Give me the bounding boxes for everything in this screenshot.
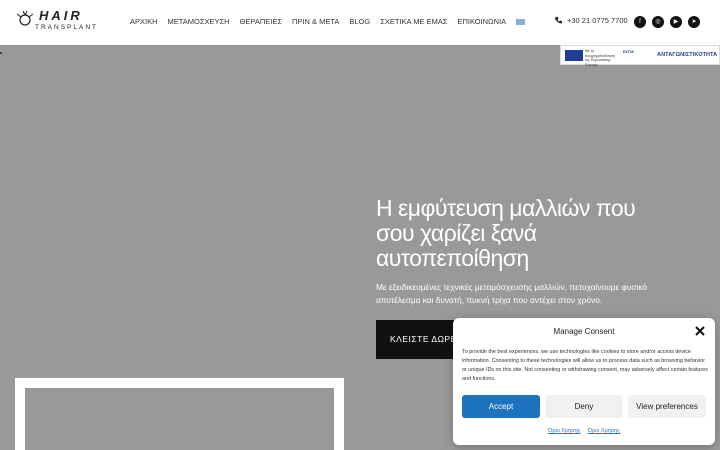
image-card-placeholder — [25, 388, 334, 450]
deny-button[interactable]: Deny — [545, 395, 623, 418]
site-header: HAIR TRANSPLANT ΑΡΧΙΚΗ ΜΕΤΑΜΟΣΧΕΥΣΗ ΘΕΡΑ… — [0, 0, 720, 45]
consent-text: To provide the best experiences, we use … — [462, 349, 708, 382]
espa-cofunding-text: Με τη συγχρηματοδότηση της Ευρωπαϊκής Έν… — [585, 49, 616, 67]
main-nav: ΑΡΧΙΚΗ ΜΕΤΑΜΟΣΧΕΥΣΗ ΘΕΡΑΠΕΙΕΣ ΠΡΙΝ & ΜΕΤ… — [130, 16, 526, 28]
consent-links: Όροι Χρήσης Όροι Χρήσης — [453, 428, 715, 434]
nav-item-before-after[interactable]: ΠΡΙΝ & ΜΕΤΑ — [292, 16, 339, 28]
terms-link[interactable]: Όροι Χρήσης — [548, 428, 580, 434]
nav-item-treatments[interactable]: ΘΕΡΑΠΕΙΕΣ — [240, 16, 282, 28]
nav-item-home[interactable]: ΑΡΧΙΚΗ — [130, 16, 158, 28]
espa-logo: ΕΣΠΑ — [623, 49, 634, 54]
espa-program-label: ΑΝΤΑΓΩΝΙΣΤΙΚΟΤΗΤΑ — [657, 52, 718, 58]
accept-button[interactable]: Accept — [462, 395, 540, 418]
espa-banner[interactable]: Με τη συγχρηματοδότηση της Ευρωπαϊκής Έν… — [560, 45, 720, 67]
logo-text-top: HAIR — [39, 8, 83, 23]
phone-icon — [554, 16, 563, 24]
greek-flag-icon[interactable] — [516, 19, 526, 25]
instagram-icon[interactable]: ◎ — [652, 16, 664, 28]
terms-link-2[interactable]: Όροι Χρήσης — [588, 428, 620, 434]
nav-item-blog[interactable]: BLOG — [349, 16, 370, 28]
youtube-icon[interactable]: ▶ — [670, 16, 682, 28]
view-preferences-button[interactable]: View preferences — [628, 395, 706, 418]
facebook-icon[interactable]: f — [634, 16, 646, 28]
nav-item-transplant[interactable]: ΜΕΤΑΜΟΣΧΕΥΣΗ — [168, 16, 230, 28]
hero-subtitle: Με εξειδικευμένες τεχνικές μεταμόσχευσης… — [376, 282, 647, 305]
site-logo[interactable]: HAIR TRANSPLANT — [15, 8, 99, 34]
telegram-icon[interactable]: ➤ — [688, 16, 700, 28]
consent-dialog: Manage Consent To provide the best exper… — [453, 318, 715, 445]
phone-number: +30 21 0775 7700 — [567, 16, 628, 25]
hero-title: Η εμφύτευση μαλλιών που σου χαρίζει ξανά… — [376, 195, 636, 271]
phone-link[interactable]: +30 21 0775 7700 — [554, 16, 628, 25]
logo-text-bottom: TRANSPLANT — [35, 24, 98, 31]
close-icon[interactable] — [694, 325, 706, 337]
eu-flag-icon — [565, 50, 583, 61]
nav-item-about[interactable]: ΣΧΕΤΙΚΑ ΜΕ ΕΜΑΣ — [380, 16, 447, 28]
hair-logo-icon — [16, 10, 34, 26]
consent-title: Manage Consent — [553, 327, 615, 336]
nav-item-contact[interactable]: ΕΠΙΚΟΙΝΩΝΙΑ — [457, 16, 506, 28]
social-links: f ◎ ▶ ➤ — [634, 16, 700, 28]
stray-dot — [0, 52, 2, 54]
